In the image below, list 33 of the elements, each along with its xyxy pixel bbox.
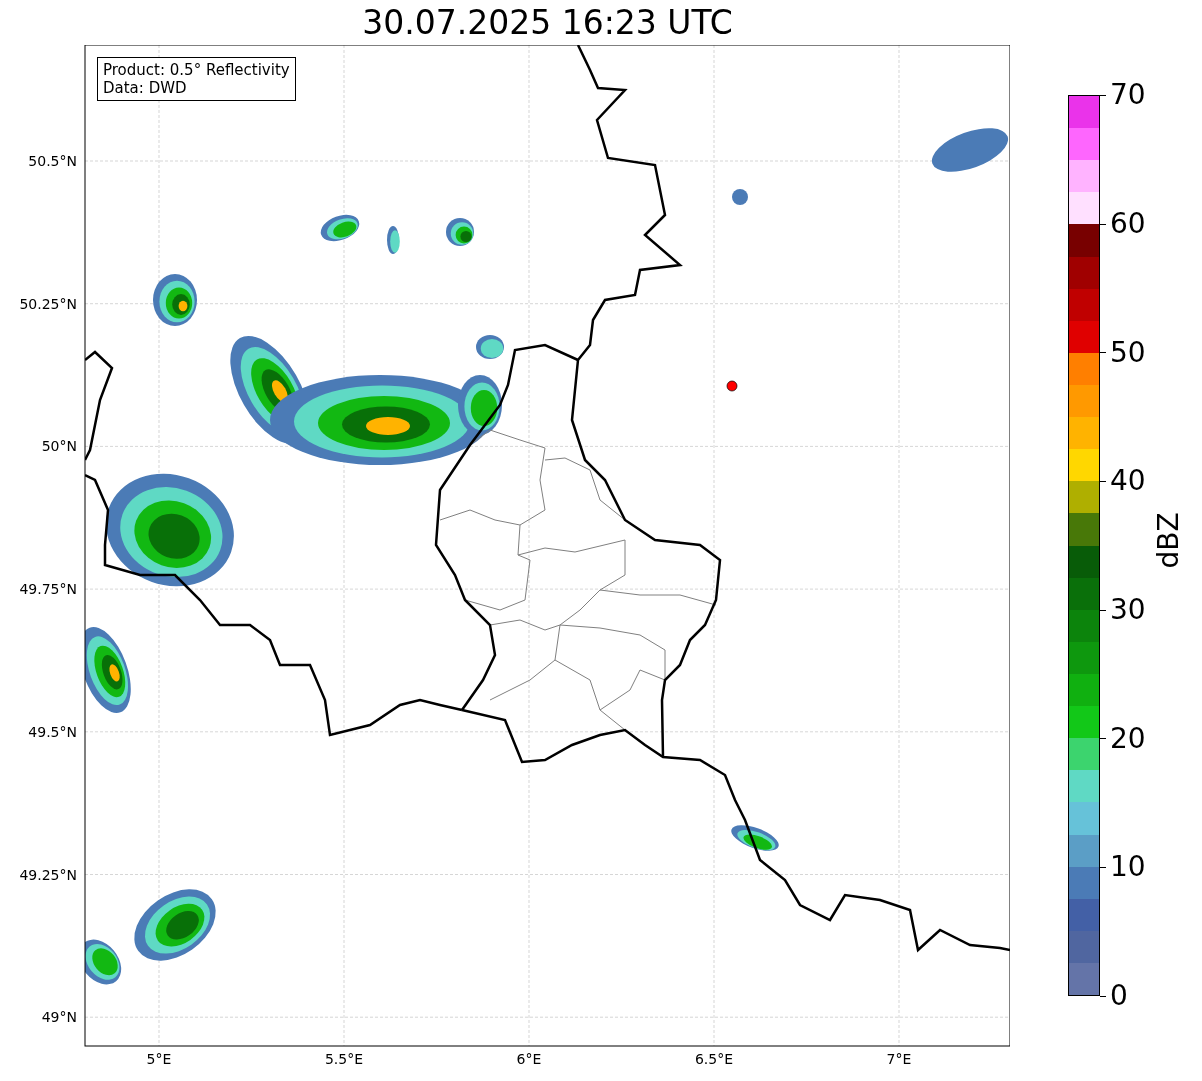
latitude-label: 50°N: [41, 438, 77, 455]
latitude-label: 49°N: [41, 1009, 77, 1026]
longitude-label: 6°E: [516, 1051, 542, 1067]
longitude-label: 7°E: [886, 1051, 912, 1067]
chart-title: 30.07.2025 16:23 UTC: [362, 2, 733, 43]
colorbar-tick-label: 0: [1110, 980, 1128, 1013]
info-text: Product: 0.5° Reflectivity: [103, 61, 290, 79]
colorbar-tick-label: 10: [1110, 851, 1146, 884]
radar-echo-drawing: [446, 218, 474, 246]
radar-echo-drawing: [732, 189, 748, 205]
longitude-label: 6.5°E: [694, 1051, 734, 1067]
latitude-label: 49.75°N: [19, 581, 77, 598]
latitude-label: 50.25°N: [19, 295, 77, 312]
radar-echo-drawing: [85, 939, 122, 985]
latitude-label: 49.5°N: [28, 723, 77, 740]
colorbar-tick-label: 20: [1110, 722, 1146, 755]
radar-echo-drawing: [387, 226, 400, 254]
radar-echo-drawing: [731, 825, 779, 851]
colorbar-tick-label: 70: [1110, 79, 1146, 112]
latitude-label: 50.5°N: [28, 153, 77, 169]
info-text: Data: DWD: [103, 79, 188, 97]
longitude-label: 5°E: [146, 1051, 172, 1067]
radar-echo-drawing: [153, 274, 197, 326]
colorbar-tick-label: 60: [1110, 208, 1146, 241]
colorbar-tick-label: 40: [1110, 465, 1146, 498]
longitude-label: 5.5°E: [324, 1051, 364, 1067]
latitude-label: 49.25°N: [19, 866, 77, 883]
colorbar-label: dBZ: [1151, 512, 1185, 569]
colorbar-tick-label: 50: [1110, 336, 1146, 369]
radar-site-marker: [726, 380, 738, 392]
colorbar-tick-label: 30: [1110, 594, 1146, 627]
tick-mark: [1100, 995, 1106, 997]
radar-echo-drawing: [320, 214, 360, 242]
